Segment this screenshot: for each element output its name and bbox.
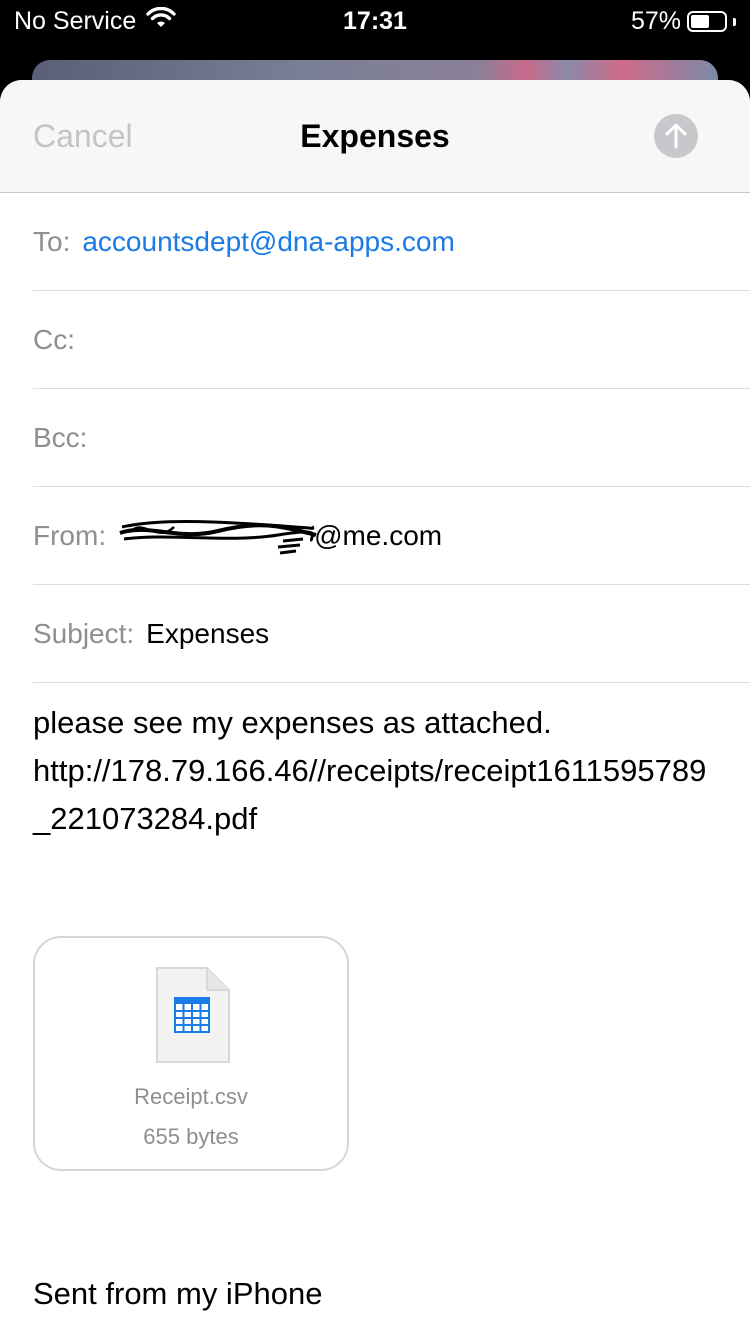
from-field[interactable]: From: @me.com	[33, 487, 750, 585]
bcc-field[interactable]: Bcc:	[33, 389, 750, 487]
battery-percent: 57%	[630, 7, 681, 35]
battery-icon	[687, 11, 727, 32]
arrow-up-icon	[665, 123, 687, 149]
bcc-label: Bcc:	[33, 421, 88, 453]
compose-sheet: Cancel Expenses To: accountsdept@dna-app…	[0, 80, 750, 1334]
subject-label: Subject:	[33, 617, 135, 649]
to-field[interactable]: To: accountsdept@dna-apps.com	[33, 193, 750, 291]
from-domain: @me.com	[314, 519, 443, 551]
from-label: From:	[33, 519, 107, 551]
subject-field[interactable]: Subject: Expenses	[33, 585, 750, 683]
compose-nav-bar: Cancel Expenses	[0, 80, 750, 193]
compose-title: Expenses	[300, 118, 450, 154]
redaction-scribble	[118, 519, 317, 554]
battery-fill	[691, 15, 710, 28]
spreadsheet-file-icon	[155, 966, 231, 1069]
to-label: To:	[33, 225, 71, 257]
cc-label: Cc:	[33, 323, 75, 355]
to-recipient[interactable]: accountsdept@dna-apps.com	[82, 226, 454, 258]
attachment-card[interactable]: Receipt.csv 655 bytes	[33, 936, 349, 1171]
cc-field[interactable]: Cc:	[33, 291, 750, 389]
battery-cap	[733, 17, 736, 26]
attachment-size: 655 bytes	[143, 1124, 239, 1149]
send-button[interactable]	[654, 114, 698, 158]
body-line-1: please see my expenses as attached.	[33, 705, 552, 740]
subject-value[interactable]: Expenses	[146, 618, 269, 650]
battery-status: 57%	[631, 7, 736, 36]
email-signature: Sent from my iPhone	[33, 1276, 323, 1311]
body-link: http://178.79.166.46//receipts/receipt16…	[33, 753, 707, 836]
message-body[interactable]: please see my expenses as attached. http…	[33, 699, 717, 843]
attachment-name: Receipt.csv	[134, 1084, 248, 1109]
status-bar: No Service 17:31 57%	[0, 0, 750, 44]
from-address[interactable]: @me.com	[118, 519, 443, 554]
